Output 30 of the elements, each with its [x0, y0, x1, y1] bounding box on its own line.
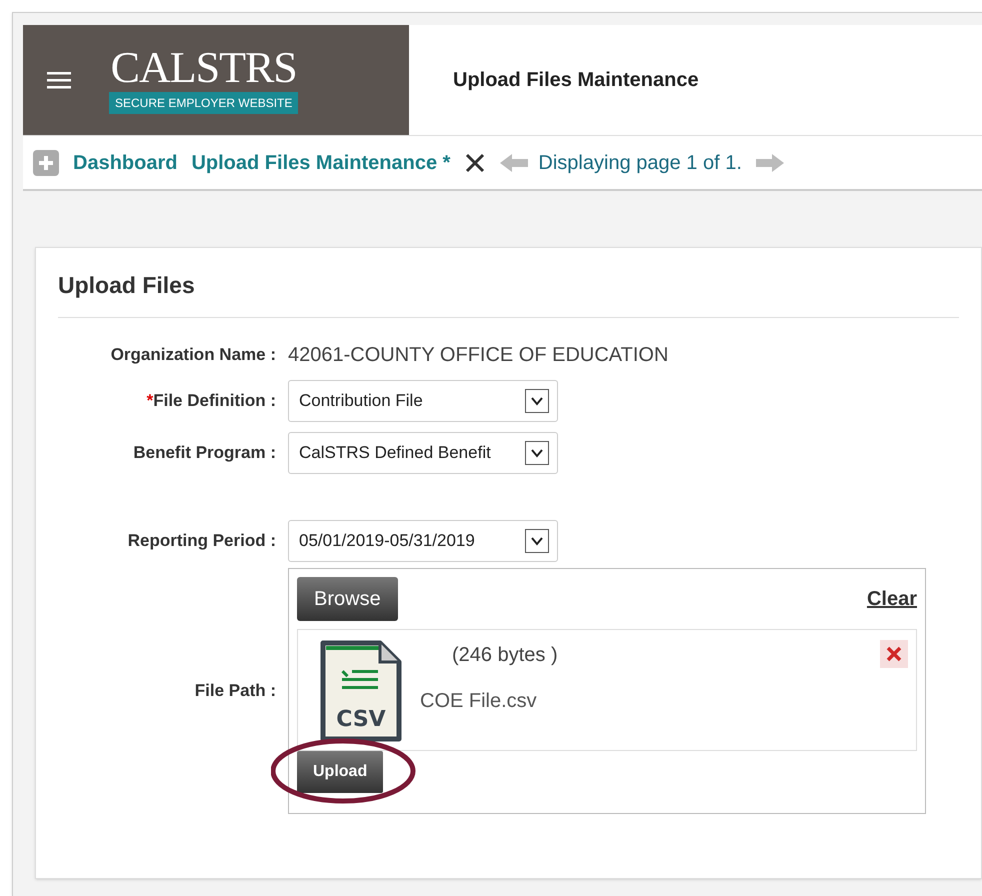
- select-field[interactable]: Contribution File: [288, 380, 558, 422]
- tab[interactable]: Dashboard: [73, 148, 178, 178]
- field-label: Benefit Program :: [133, 442, 276, 464]
- remove-file-button[interactable]: [880, 640, 908, 668]
- tab[interactable]: Upload Files Maintenance *: [191, 148, 450, 178]
- field-label: Reporting Period :: [128, 530, 276, 552]
- file-name: COE File.csv: [420, 688, 538, 714]
- csv-file-icon: CSV: [320, 640, 402, 742]
- select-field[interactable]: 05/01/2019-05/31/2019: [288, 520, 558, 562]
- page-title: Upload Files Maintenance: [453, 68, 699, 93]
- close-icon[interactable]: [464, 152, 486, 174]
- remove-icon: [886, 646, 902, 662]
- dropdown-caret-icon: [525, 440, 549, 464]
- pager-text: Displaying page 1 of 1.: [538, 150, 742, 176]
- logo-tagline: SECURE EMPLOYER WEBSITE: [109, 92, 298, 114]
- upload-button[interactable]: Upload: [297, 750, 384, 792]
- field-label: Organization Name :: [110, 344, 276, 366]
- menu-icon[interactable]: [47, 71, 71, 89]
- file-size: (246 bytes ): [452, 642, 558, 668]
- dropdown-caret-icon: [525, 528, 549, 552]
- add-tab-icon[interactable]: [33, 150, 59, 176]
- browse-button[interactable]: Browse: [297, 576, 398, 620]
- clear-link[interactable]: Clear: [866, 584, 917, 614]
- dropdown-caret-icon: [525, 388, 549, 412]
- field-label: *File Definition :: [146, 390, 276, 412]
- logo-wordmark: CALSTRS: [110, 46, 297, 90]
- select-field[interactable]: CalSTRS Defined Benefit: [288, 432, 558, 474]
- field-value: 42061-COUNTY OFFICE OF EDUCATION: [288, 342, 668, 368]
- panel-title: Upload Files: [58, 268, 959, 318]
- field-label: File Path :: [194, 680, 276, 702]
